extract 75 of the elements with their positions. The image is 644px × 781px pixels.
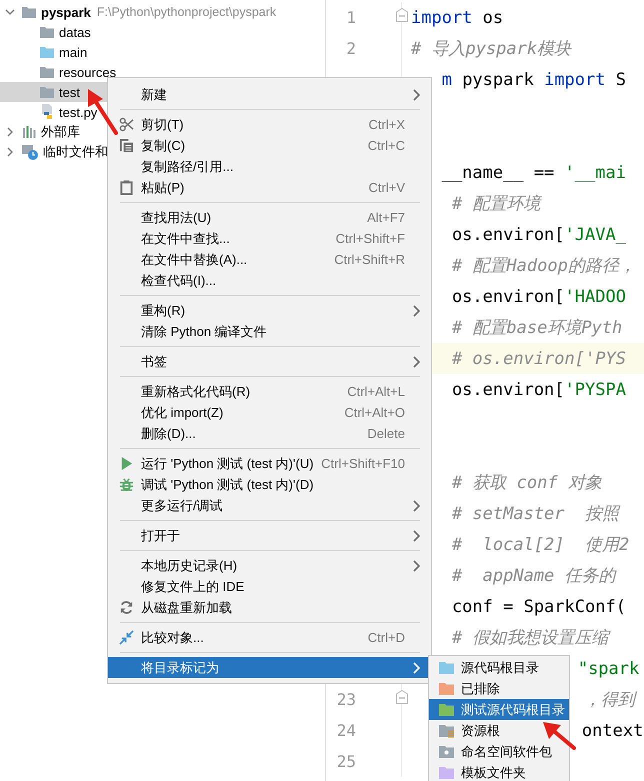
- menu-item-label: 测试源代码根目录: [461, 700, 565, 718]
- menu-item-label: 在文件中替换(A)...: [141, 250, 248, 268]
- code-line: os.environ['PYSPA: [452, 380, 626, 400]
- menu-item-label: 将目录标记为: [141, 658, 220, 676]
- menu-item-label: 重构(R): [141, 302, 186, 320]
- code-line: "spark: [578, 658, 640, 678]
- menu-item-label: 命名空间软件包: [461, 742, 552, 760]
- shortcut-label: Ctrl+Shift+F: [336, 231, 405, 246]
- menu-item-label: 在文件中查找...: [141, 230, 231, 248]
- code-line: os.environ['HADOO: [452, 286, 626, 306]
- menu-item-label: 检查代码(I)...: [141, 272, 218, 290]
- menu-item-label: 打开于: [141, 526, 181, 544]
- project-path: F:\Python\pythonproject\pyspark: [96, 5, 276, 19]
- line-number: 2: [345, 39, 356, 58]
- menu-item-label: 已排除: [461, 680, 500, 698]
- shortcut-label: Ctrl+Shift+R: [334, 252, 405, 267]
- code-line: __name__ == '__mai: [442, 162, 626, 182]
- menu-item-label: 资源根: [461, 722, 500, 740]
- code-line: conf = SparkConf(: [452, 596, 626, 616]
- menu-item-label: 清除 Python 编译文件: [141, 322, 268, 340]
- code-line: # 导入pyspark模块: [411, 38, 572, 60]
- shortcut-label: Ctrl+Alt+O: [344, 405, 405, 420]
- line-number: 1: [345, 8, 356, 27]
- shortcut-label: Ctrl+D: [368, 630, 405, 645]
- shortcut-label: Ctrl+X: [368, 117, 405, 132]
- menu-item-label: 剪切(T): [141, 116, 185, 134]
- tree-item-label: 临时文件和: [43, 143, 108, 161]
- code-line: # 假如我想设置压缩: [452, 627, 608, 649]
- tree-item-label: datas: [59, 24, 91, 40]
- shortcut-label: Ctrl+V: [368, 180, 405, 195]
- tree-item-label: main: [59, 44, 88, 60]
- menu-item-label: 更多运行/调试: [141, 496, 224, 514]
- tree-item-label: resources: [59, 64, 116, 80]
- code-line: # 获取 conf 对象: [452, 472, 602, 494]
- menu-item-label: 查找用法(U): [141, 208, 212, 226]
- menu-item-label: 本地历史记录(H): [141, 556, 238, 574]
- menu-item-label: 复制路径/引用...: [141, 158, 234, 176]
- menu-item-label: 模板文件夹: [461, 764, 526, 781]
- shortcut-label: Ctrl+C: [368, 138, 405, 153]
- code-line: # setMaster 按照: [452, 503, 619, 525]
- menu-item-label: 运行 'Python 测试 (test 内)'(U): [141, 454, 315, 472]
- menu-item-label: 修复文件上的 IDE: [141, 578, 246, 596]
- menu-item-label: 新建: [141, 86, 168, 104]
- code-line: # appName 任务的: [452, 565, 616, 587]
- shortcut-label: Alt+F7: [367, 210, 405, 225]
- menu-item-label: 比较对象...: [141, 628, 205, 646]
- menu-item-label: 书签: [141, 352, 168, 370]
- menu-item-label: 优化 import(Z): [141, 404, 224, 422]
- tree-item-label: test.py: [59, 104, 98, 120]
- code-line: # os.environ['PYS: [452, 348, 626, 368]
- menu-item-label: 复制(C): [141, 136, 186, 154]
- code-line: ，得到: [584, 689, 635, 711]
- code-line: # 配置Hadoop的路径，: [452, 255, 636, 277]
- code-line: # 配置环境: [452, 193, 540, 215]
- menu-item-label: 源代码根目录: [461, 658, 539, 676]
- code-line: import os: [411, 8, 504, 28]
- tree-item-label: test: [59, 84, 80, 100]
- menu-item-label: 调试 'Python 测试 (test 内)'(D): [141, 476, 315, 494]
- tree-item-label: pyspark: [41, 4, 91, 20]
- code-line: # local[2] 使用2: [452, 534, 630, 556]
- code-line: m pyspark import S: [442, 70, 626, 90]
- shortcut-label: Delete: [367, 426, 405, 441]
- shortcut-label: Ctrl+Shift+F10: [321, 456, 405, 471]
- tree-item-label: 外部库: [41, 123, 80, 141]
- shortcut-label: Ctrl+Alt+L: [347, 384, 405, 399]
- code-line: # 配置base环境Pyth: [452, 317, 622, 339]
- line-number: 25: [336, 752, 356, 771]
- code-line: os.environ['JAVA_: [452, 224, 626, 244]
- menu-item-label: 粘贴(P): [141, 178, 186, 196]
- line-number: 23: [336, 690, 356, 709]
- line-number: 24: [336, 721, 356, 740]
- menu-item-label: 从磁盘重新加载: [141, 598, 233, 616]
- menu-item-label: 删除(D)...: [141, 424, 197, 442]
- menu-item-label: 重新格式化代码(R): [141, 382, 252, 400]
- code-line: ontext: [582, 720, 644, 740]
